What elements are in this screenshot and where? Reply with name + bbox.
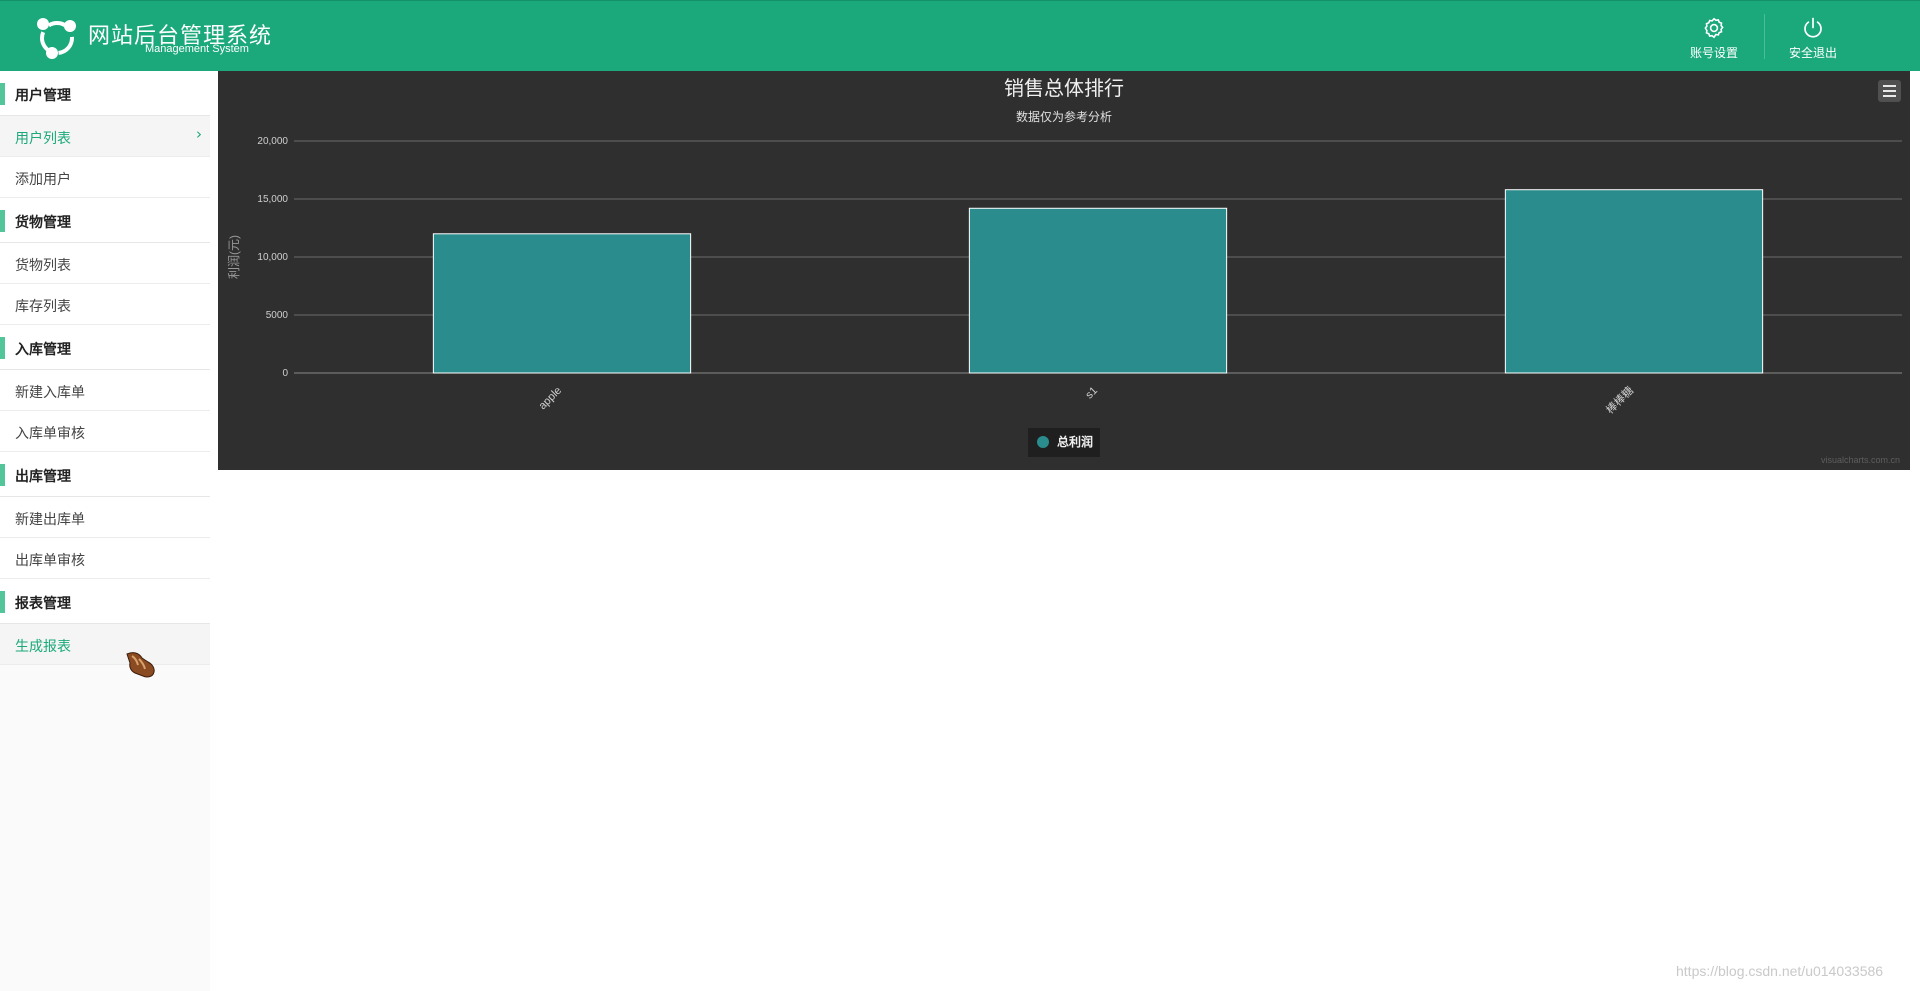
sidebar-item-goods-list[interactable]: 货物列表 <box>0 243 210 284</box>
group-accent-bar <box>0 210 5 232</box>
sidebar-group-outbound-management[interactable]: 出库管理 <box>0 452 210 497</box>
account-settings-label: 账号设置 <box>1689 46 1738 60</box>
logout-button[interactable]: 安全退出 <box>1764 1 1862 72</box>
sidebar-item-generate-report[interactable]: 生成报表 <box>0 624 210 665</box>
blog-watermark: https://blog.csdn.net/u014033586 <box>1676 963 1884 979</box>
chevron-right-icon: › <box>196 125 202 143</box>
sidebar: 用户管理 用户列表 › 添加用户 货物管理 货物列表 库存列表 入库管理 新建入… <box>0 71 210 991</box>
sidebar-item-add-user[interactable]: 添加用户 <box>0 157 210 198</box>
power-icon <box>1804 17 1822 38</box>
top-header: 网站后台管理系统 Management System 账号设置 安全退出 <box>0 0 1920 71</box>
sidebar-item-outbound-review[interactable]: 出库单审核 <box>0 538 210 579</box>
sidebar-group-title: 报表管理 <box>15 596 71 612</box>
sidebar-group-title: 入库管理 <box>15 342 71 358</box>
sidebar-item-label: 货物列表 <box>15 258 71 274</box>
hand-cursor-icon <box>126 652 155 678</box>
gear-icon <box>1704 17 1724 39</box>
sidebar-item-label: 出库单审核 <box>15 553 85 569</box>
group-accent-bar <box>0 337 5 359</box>
y-tick-label: 15,000 <box>257 194 288 205</box>
sidebar-item-user-list[interactable]: 用户列表 › <box>0 116 210 157</box>
x-tick-label: 棒棒糖 <box>1603 383 1636 416</box>
group-accent-bar <box>0 591 5 613</box>
hamburger-menu-icon[interactable] <box>1878 80 1901 102</box>
y-tick-label: 0 <box>282 368 288 379</box>
chart-credit: visualcharts.com.cn <box>1821 455 1900 465</box>
sidebar-item-label: 新建出库单 <box>15 512 85 528</box>
y-tick-label: 10,000 <box>257 252 288 263</box>
sidebar-item-label: 入库单审核 <box>15 426 85 442</box>
brand-subtitle: Management System <box>145 43 249 55</box>
sidebar-item-label: 生成报表 <box>15 639 71 655</box>
legend-label: 总利润 <box>1057 434 1093 449</box>
sidebar-group-title: 货物管理 <box>15 215 71 231</box>
sidebar-item-label: 新建入库单 <box>15 385 85 401</box>
chart-canvas: 销售总体排行数据仅为参考分析 0 5000 10,000 15,000 20,000 利润(… <box>227 77 1902 465</box>
sidebar-item-label: 库存列表 <box>15 299 71 315</box>
bar <box>432 233 692 374</box>
x-tick-label: s1 <box>1083 385 1100 402</box>
bar <box>968 207 1228 374</box>
y-tick-label: 5000 <box>266 310 289 321</box>
sidebar-group-title: 出库管理 <box>15 469 71 485</box>
sidebar-group-title: 用户管理 <box>15 88 71 104</box>
group-accent-bar <box>0 464 5 486</box>
sidebar-group-report-management[interactable]: 报表管理 <box>0 579 210 624</box>
y-axis-label: 利润(元) <box>227 235 241 279</box>
y-tick-label: 20,000 <box>257 136 288 147</box>
sidebar-group-user-management[interactable]: 用户管理 <box>0 71 210 116</box>
sidebar-item-inbound-review[interactable]: 入库单审核 <box>0 411 210 452</box>
bar <box>1504 189 1764 374</box>
logout-label: 安全退出 <box>1788 46 1837 60</box>
sidebar-item-stock-list[interactable]: 库存列表 <box>0 284 210 325</box>
account-settings-button[interactable]: 账号设置 <box>1665 1 1763 72</box>
sidebar-group-goods-management[interactable]: 货物管理 <box>0 198 210 243</box>
logo-icon <box>37 18 76 59</box>
sidebar-item-new-inbound[interactable]: 新建入库单 <box>0 370 210 411</box>
sales-ranking-chart: 销售总体排行数据仅为参考分析 0 5000 10,000 15,000 20,000 利润(… <box>218 71 1910 470</box>
chart-subtitle: 数据仅为参考分析 <box>1016 109 1112 124</box>
sidebar-item-label: 用户列表 <box>15 131 71 147</box>
group-accent-bar <box>0 83 5 105</box>
chart-title: 销售总体排行 <box>1004 77 1124 100</box>
sidebar-group-inbound-management[interactable]: 入库管理 <box>0 325 210 370</box>
legend-marker <box>1037 436 1049 448</box>
x-tick-label: apple <box>537 385 565 413</box>
sidebar-item-new-outbound[interactable]: 新建出库单 <box>0 497 210 538</box>
sidebar-item-label: 添加用户 <box>15 172 71 188</box>
